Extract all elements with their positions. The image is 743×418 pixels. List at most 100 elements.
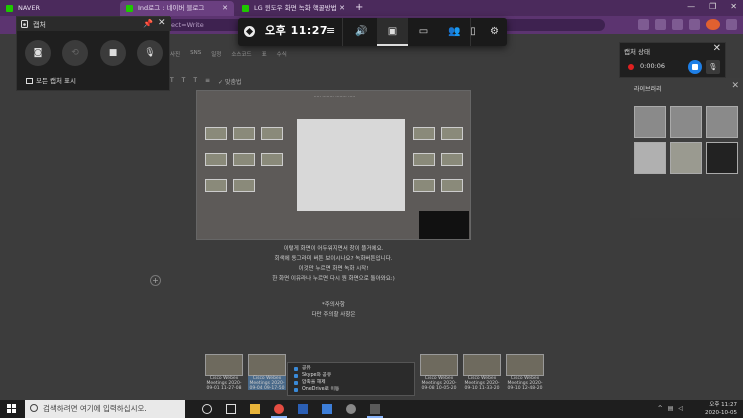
context-menu-item[interactable]: 공유 bbox=[294, 365, 408, 372]
format-item[interactable]: ≡ bbox=[205, 77, 210, 86]
library-close-icon[interactable]: ✕ bbox=[731, 81, 739, 91]
toolbar-item[interactable]: 일정 bbox=[211, 50, 221, 58]
naver-favicon-icon bbox=[242, 5, 249, 12]
file-label: Cisco Webex Meetings 2020-09-10 11-33-20 bbox=[464, 376, 500, 391]
library-thumbnail[interactable] bbox=[706, 142, 738, 174]
file-label: Cisco Webex Meetings 2020-09-04 09-17-50 bbox=[249, 376, 285, 391]
mic-toggle-button[interactable]: 🎙 bbox=[137, 40, 163, 66]
thumbnail-image bbox=[413, 179, 435, 192]
caution-subtitle: 다만 주의할 사항은 bbox=[311, 312, 356, 318]
menu-dots-icon[interactable] bbox=[726, 19, 737, 30]
capture-widget-title: 캡처 bbox=[33, 21, 46, 29]
windows-start-icon[interactable] bbox=[7, 404, 17, 414]
volume-icon[interactable]: 🔊 bbox=[346, 18, 377, 46]
thumbnail-image bbox=[205, 153, 227, 166]
tab-close-icon[interactable]: ✕ bbox=[222, 1, 228, 16]
context-menu-item[interactable]: 압축을 해제 bbox=[294, 379, 408, 386]
toolbar-item[interactable]: SNS bbox=[190, 50, 201, 58]
naver-favicon-icon bbox=[6, 5, 13, 12]
maximize-icon[interactable]: ❐ bbox=[709, 2, 716, 11]
stop-recording-button[interactable]: ■ bbox=[100, 40, 126, 66]
pin-icon[interactable]: 📌 bbox=[143, 19, 153, 28]
settings-gear-icon[interactable]: ⚙ bbox=[482, 18, 507, 46]
tab-naver[interactable]: NAVER bbox=[0, 1, 118, 16]
library-thumbnail[interactable] bbox=[670, 106, 702, 138]
dark-panel bbox=[419, 211, 469, 239]
store-icon[interactable] bbox=[315, 400, 339, 418]
context-menu-item[interactable]: Skype와 공유 bbox=[294, 372, 408, 379]
record-last-icon: ⟲ bbox=[71, 48, 79, 58]
capture-widget-header[interactable]: 캡처 📌 ✕ bbox=[17, 17, 171, 31]
library-thumbnail[interactable] bbox=[706, 106, 738, 138]
word-icon[interactable] bbox=[291, 400, 315, 418]
file-thumbnail bbox=[506, 354, 544, 376]
task-view-icon[interactable] bbox=[219, 400, 243, 418]
minimize-icon[interactable]: — bbox=[687, 2, 695, 11]
performance-icon[interactable]: ▭ bbox=[408, 18, 439, 46]
thumbnail-image bbox=[233, 153, 255, 166]
xbox-game-bar: 오후 11:27 ≡ 🔊 ▣ ▭ 👥 ▯ ⚙ bbox=[238, 18, 507, 46]
context-menu-item[interactable]: OneDrive로 이동 bbox=[294, 386, 408, 393]
toolbar-item[interactable]: 소스코드 bbox=[231, 50, 251, 58]
capture-widget: 캡처 📌 ✕ ◙ ⟲ ■ 🎙 모든 캡처 표시 bbox=[16, 16, 171, 91]
thumbnail-image bbox=[233, 127, 255, 140]
volume-icon[interactable]: ◁ bbox=[678, 405, 683, 412]
settings-icon[interactable] bbox=[339, 400, 363, 418]
tab-lg-window[interactable]: LG 윈도우 화면 녹화 핵꿀방법 ✕ bbox=[236, 1, 351, 16]
format-item[interactable]: T bbox=[182, 77, 186, 86]
taskbar-clock[interactable]: 오후 11:27 2020-10-05 bbox=[705, 401, 737, 417]
cortana-icon[interactable] bbox=[195, 400, 219, 418]
network-icon[interactable]: ▤ bbox=[668, 405, 674, 412]
library-thumbnail[interactable] bbox=[670, 142, 702, 174]
file-card[interactable]: Cisco Webex Meetings 2020-09-10 11-33-20 bbox=[463, 354, 501, 391]
toolbar-item[interactable]: 사진 bbox=[170, 50, 180, 58]
show-all-captures-link[interactable]: 모든 캡처 표시 bbox=[26, 75, 76, 85]
tab-blog[interactable]: Ind로그 : 네이버 블로그 ✕ bbox=[120, 1, 234, 16]
library-grid bbox=[634, 106, 738, 174]
embedded-screenshot-image[interactable]: ····· ········ ········ ····· bbox=[196, 90, 471, 240]
profile-avatar[interactable] bbox=[706, 19, 720, 30]
file-card[interactable]: Cisco Webex Meetings 2020-09-01 11-27-08 bbox=[205, 354, 243, 391]
divider bbox=[342, 18, 343, 46]
close-icon[interactable]: ✕ bbox=[730, 2, 737, 11]
library-thumbnail[interactable] bbox=[634, 142, 666, 174]
file-card-selected[interactable]: Cisco Webex Meetings 2020-09-04 09-17-50 bbox=[248, 354, 286, 391]
file-card[interactable]: Cisco Webex Meetings 2020-09-10 12-48-20 bbox=[506, 354, 544, 391]
format-item[interactable]: T bbox=[170, 77, 174, 86]
toolbar-item[interactable]: 표 bbox=[262, 50, 267, 58]
new-tab-button[interactable]: + bbox=[355, 2, 363, 13]
close-icon[interactable]: ✕ bbox=[158, 18, 166, 28]
close-icon[interactable]: ✕ bbox=[713, 43, 721, 54]
paragraph-block[interactable]: 이렇게 화면이 어두워지면서 창이 뜰거에요. 회색에 동그라미 버튼 보이시나… bbox=[196, 244, 471, 320]
context-menu: 공유 Skype와 공유 압축을 해제 OneDrive로 이동 bbox=[287, 362, 415, 396]
chrome-icon[interactable] bbox=[267, 400, 291, 418]
thumbnail-image bbox=[441, 153, 463, 166]
paragraph-line: 한 화면 이유라나 누르면 다시 원 화면으로 돌아와요:) bbox=[272, 276, 395, 282]
window-controls: — ❐ ✕ bbox=[687, 2, 737, 11]
format-item[interactable]: T bbox=[193, 77, 197, 86]
file-explorer-icon[interactable] bbox=[243, 400, 267, 418]
gamebar-menu-icon[interactable]: ≡ bbox=[326, 24, 335, 37]
game-bar-icon[interactable] bbox=[363, 400, 387, 418]
extension-icon[interactable] bbox=[655, 19, 666, 30]
spellcheck-button[interactable]: ✓ 맞춤법 bbox=[218, 77, 242, 86]
library-thumbnail[interactable] bbox=[634, 106, 666, 138]
taskbar-search-input[interactable]: 검색하려면 여기에 입력하십시오. bbox=[25, 400, 185, 418]
stop-recording-button[interactable] bbox=[688, 60, 702, 74]
capture-widget-icon[interactable]: ▣ bbox=[377, 18, 408, 46]
toolbar-item[interactable]: 수식 bbox=[277, 50, 287, 58]
mic-off-button[interactable]: 🎙 bbox=[706, 60, 720, 74]
star-icon[interactable] bbox=[638, 19, 649, 30]
file-card[interactable]: Cisco Webex Meetings 2020-09-08 10-05-20 bbox=[420, 354, 458, 391]
tab-close-icon[interactable]: ✕ bbox=[339, 1, 345, 16]
file-thumbnail bbox=[463, 354, 501, 376]
extension-icon[interactable] bbox=[672, 19, 683, 30]
tab-label: NAVER bbox=[18, 4, 40, 12]
add-component-button[interactable]: + bbox=[150, 275, 161, 286]
xbox-logo-icon[interactable] bbox=[244, 26, 255, 37]
chevron-up-icon[interactable]: ^ bbox=[658, 405, 663, 412]
record-last-30s-button[interactable]: ⟲ bbox=[62, 40, 88, 66]
file-thumbnail bbox=[420, 354, 458, 376]
extension-icon[interactable] bbox=[689, 19, 700, 30]
screenshot-button[interactable]: ◙ bbox=[25, 40, 51, 66]
